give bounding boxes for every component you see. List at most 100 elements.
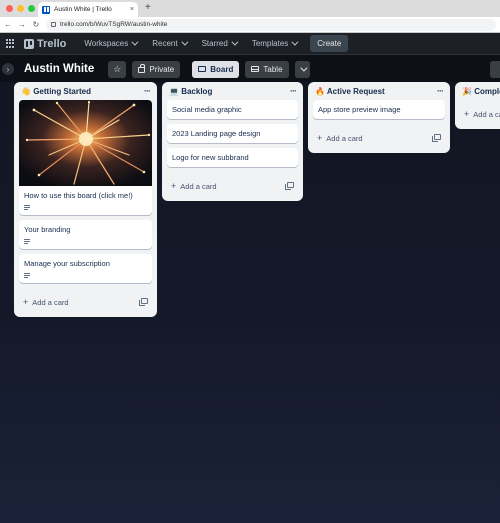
table-view-button[interactable]: Table (245, 60, 289, 78)
chevron-down-icon (180, 38, 189, 46)
card-template-icon[interactable] (139, 298, 148, 306)
back-arrow-icon[interactable]: ← (4, 20, 12, 29)
visibility-button[interactable]: Private (132, 60, 181, 78)
list-header[interactable]: 🔥 Active Request ··· (313, 82, 445, 100)
list-header[interactable]: 🎉 Complete (460, 82, 500, 100)
party-popper-emoji: 🎉 (462, 86, 472, 96)
add-card-label: Add a card (326, 134, 363, 143)
list-title-text: Complete (474, 86, 500, 96)
more-horizontal-icon[interactable]: ··· (290, 86, 297, 96)
card-title: How to use this board (click me!) (24, 191, 133, 200)
reload-icon[interactable]: ↻ (32, 20, 40, 29)
list-title[interactable]: 👋 Getting Started (21, 87, 91, 96)
plus-icon: + (171, 181, 177, 191)
laptop-emoji: 💻 (169, 86, 179, 96)
app-switcher-icon[interactable] (6, 38, 16, 49)
board-header: › Austin White ☆ Private Board Table (0, 55, 500, 83)
list-header[interactable]: 👋 Getting Started ··· (19, 82, 152, 100)
waving-hand-emoji: 👋 (21, 86, 31, 96)
star-icon: ☆ (113, 63, 122, 74)
trello-logo-text: Trello (37, 37, 67, 50)
board-view-button[interactable]: Board (192, 60, 240, 78)
card[interactable]: Your branding (19, 220, 152, 249)
card-title: App store preview image (318, 105, 401, 114)
list-title-text: Active Request (326, 86, 385, 96)
add-card-button[interactable]: +Add a card (464, 104, 500, 122)
templates-menu-label: Templates (251, 39, 289, 48)
plus-icon: + (23, 297, 29, 307)
browser-tab[interactable]: Austin White | Trello × (38, 2, 138, 17)
templates-menu[interactable]: Templates (246, 35, 302, 53)
minimize-window-button[interactable] (17, 5, 24, 12)
description-icon (24, 205, 30, 210)
forward-arrow-icon[interactable]: → (18, 20, 26, 29)
add-card-button[interactable]: +Add a card (23, 292, 69, 310)
add-card-button[interactable]: +Add a card (171, 176, 217, 194)
list-title-text: Getting Started (33, 86, 91, 96)
star-board-button[interactable]: ☆ (108, 60, 127, 78)
chevron-down-icon (131, 38, 139, 46)
card-template-icon[interactable] (285, 182, 294, 190)
add-card-row: +Add a card (167, 172, 298, 196)
card[interactable]: Manage your subscription (19, 254, 152, 283)
more-horizontal-icon[interactable]: ··· (437, 86, 444, 96)
app-header: Trello Workspaces Recent Starred Templat… (0, 33, 500, 55)
starred-menu[interactable]: Starred (196, 35, 242, 53)
card[interactable]: Social media graphic (167, 100, 298, 119)
plus-icon: + (317, 133, 323, 143)
recent-menu-label: Recent (152, 39, 178, 48)
browser-address-bar: ← → ↻ trello.com/b/WuvTSgRW/austin-white (0, 17, 500, 33)
url-field[interactable]: trello.com/b/WuvTSgRW/austin-white (46, 18, 496, 31)
add-card-label: Add a card (32, 298, 69, 307)
list-active-request: 🔥 Active Request ··· App store preview i… (308, 82, 450, 153)
more-horizontal-icon[interactable]: ··· (144, 86, 151, 96)
chevron-down-icon (291, 38, 299, 46)
list-title[interactable]: 🎉 Complete (462, 87, 500, 96)
add-card-label: Add a card (473, 110, 500, 119)
add-card-label: Add a card (180, 182, 217, 191)
add-card-row: +Add a card (460, 100, 500, 124)
card[interactable]: App store preview image (313, 100, 445, 119)
create-button[interactable]: Create (310, 35, 349, 52)
plus-icon: + (464, 109, 470, 119)
workspaces-menu[interactable]: Workspaces (78, 35, 142, 53)
add-card-button[interactable]: +Add a card (317, 128, 363, 146)
card-cover-image (19, 100, 152, 186)
description-icon (24, 239, 30, 244)
trello-logo[interactable]: Trello (24, 38, 66, 50)
maximize-window-button[interactable] (28, 5, 35, 12)
card-title: 2023 Landing page design (172, 129, 261, 138)
new-tab-button[interactable]: + (145, 2, 151, 13)
list-backlog: 💻 Backlog ··· Social media graphic 2023 … (162, 82, 303, 201)
list-title[interactable]: 💻 Backlog (169, 87, 212, 96)
browser-tab-title: Austin White | Trello (54, 6, 112, 13)
close-window-button[interactable] (6, 5, 13, 12)
fire-emoji: 🔥 (315, 86, 325, 96)
board-icon (198, 66, 207, 72)
board-title[interactable]: Austin White (24, 63, 94, 75)
board-view-label: Board (210, 64, 234, 74)
table-icon (251, 66, 260, 72)
recent-menu[interactable]: Recent (146, 35, 191, 53)
card-title: Manage your subscription (24, 259, 110, 268)
card[interactable]: Logo for new subbrand (167, 148, 298, 167)
close-tab-icon[interactable]: × (130, 6, 134, 13)
list-title[interactable]: 🔥 Active Request (315, 87, 385, 96)
starred-menu-label: Starred (201, 39, 228, 48)
site-info-icon[interactable] (51, 22, 56, 27)
card-title: Social media graphic (172, 105, 242, 114)
add-card-row: +Add a card (19, 288, 152, 312)
more-views-button[interactable] (294, 60, 310, 78)
board-menu-button[interactable] (490, 61, 500, 78)
card[interactable]: How to use this board (click me!) (19, 100, 152, 215)
window-controls (6, 5, 35, 12)
expand-sidebar-icon[interactable]: › (2, 63, 14, 75)
chevron-down-icon (231, 38, 239, 46)
list-header[interactable]: 💻 Backlog ··· (167, 82, 298, 100)
description-icon (24, 273, 30, 278)
browser-tab-bar: Austin White | Trello × + (0, 0, 500, 17)
card-template-icon[interactable] (432, 134, 441, 142)
workspaces-menu-label: Workspaces (84, 39, 129, 48)
url-text: trello.com/b/WuvTSgRW/austin-white (60, 21, 168, 28)
card[interactable]: 2023 Landing page design (167, 124, 298, 143)
